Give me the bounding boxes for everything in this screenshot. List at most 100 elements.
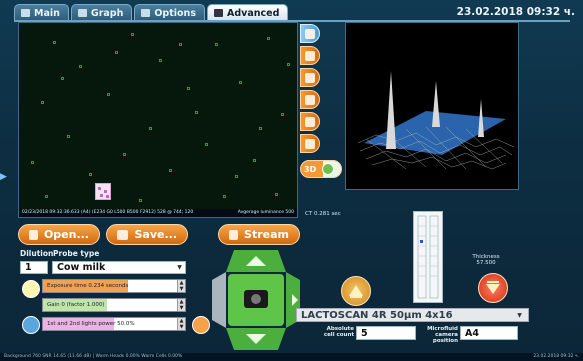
tab-advanced[interactable]: Advanced [206,4,289,21]
absolute-cell-count-label: Absolute cell count [323,326,354,338]
gain-text: Gain 0 (factor 1.000) [47,302,105,308]
video-icon [229,229,239,240]
particle-marker [149,127,152,130]
chevron-right-icon[interactable]: ▶ [0,172,7,182]
particle-marker [239,81,242,84]
footer-left: Background 760 SNR 14.65 (11.66 dB) | Wa… [4,354,183,359]
save-label: Save... [134,228,177,241]
particle-marker [61,77,64,80]
particle-marker [131,33,134,36]
zoom-icon [305,50,315,61]
chevron-down-icon: ▼ [177,264,182,271]
surface-plot [357,71,515,170]
focus-up-button[interactable] [341,276,371,306]
tab-bar: Main Graph Options Advanced [14,4,289,21]
pen-button[interactable] [300,112,320,131]
exposure-text: Exposure time 0.234 seconds [47,283,129,289]
particle-marker [259,127,262,130]
lights-text: 1st and 2nd lights power 50.0% [47,321,135,327]
fit-view-icon [305,28,315,39]
particle-marker [53,41,56,44]
camera-stats-left: 02/23/2018 09:32:36.633 (A4) (E234 G0 L5… [22,210,194,215]
particle-marker [275,193,278,196]
particle-marker [281,113,284,116]
particle-marker [123,153,126,156]
stream-label: Stream [244,228,289,241]
lights-settings-icon[interactable] [192,316,210,334]
toggle-3d-label: 3D [304,164,317,174]
toggle-3d[interactable]: 3D [300,160,342,178]
contrast-icon [305,94,315,105]
particle-marker [139,199,142,202]
particle-marker [169,169,172,172]
particle-marker [107,93,110,96]
stream-button[interactable]: Stream [218,224,300,245]
particle-marker [89,173,92,176]
particle-marker [179,43,182,46]
dilution-value: 1 [25,262,32,273]
device-value: LACTOSCAN 4R 50µm 4x16 [301,309,453,321]
camera-stats-right: Avgerage luminance 500 [237,210,294,215]
exposure-spinner[interactable]: ▲ ▼ [177,280,185,292]
probe-type-value: Cow milk [57,262,106,273]
particle-marker [115,51,118,54]
grid-icon [305,72,315,83]
light-bulb-icon[interactable] [22,280,40,298]
open-button[interactable]: Open... [18,224,100,245]
fit-view-button[interactable] [300,24,320,43]
options-icon [141,9,151,17]
lights-power-slider[interactable]: 1st and 2nd lights power 50.0% ▲ ▼ [42,317,186,331]
microfluid-position-field[interactable]: A4 [460,326,518,340]
contrast-button[interactable] [300,90,320,109]
cell-overlay-button[interactable] [300,134,320,153]
chamber-diagram[interactable] [413,211,443,303]
sample-image-view[interactable]: 02/23/2018 09:32:36.633 (A4) (E234 G0 L5… [18,22,298,218]
particle-marker [187,87,190,90]
thickness-value: 57.500 [476,260,496,266]
particle-marker [67,135,70,138]
tab-main[interactable]: Main [14,4,69,21]
tab-advanced-label: Advanced [226,7,280,19]
gain-slider[interactable]: Gain 0 (factor 1.000) ▲ ▼ [42,298,186,312]
tab-graph[interactable]: Graph [70,4,133,21]
particle-marker [215,43,218,46]
thickness-display: Thickness 57.500 [466,254,506,266]
exposure-slider[interactable]: Exposure time 0.234 seconds ▲ ▼ [42,279,186,293]
save-button[interactable]: Save... [106,224,188,245]
particle-marker [195,111,198,114]
dilution-label: Dilution [20,249,54,258]
probe-type-select[interactable]: Cow milk ▼ [52,261,186,274]
move-left-button[interactable] [212,272,226,328]
tab-graph-label: Graph [90,7,124,19]
ct-label: CT 0.281 sec [305,211,341,217]
probe-type-label: Probe type [53,249,100,258]
view-toolbar [300,24,320,156]
gain-spinner[interactable]: ▲ ▼ [177,299,185,311]
folder-icon [29,229,38,240]
absolute-cell-count-value: 5 [361,327,368,339]
advanced-icon [213,9,223,17]
tab-options[interactable]: Options [134,4,205,21]
microfluid-position-value: A4 [465,327,479,339]
dilution-input[interactable]: 1 [20,261,48,274]
surface-3d-view[interactable] [345,22,519,190]
grid-button[interactable] [300,68,320,87]
particle-marker [235,175,238,178]
lights-spinner[interactable]: ▲ ▼ [177,318,185,330]
device-select[interactable]: LACTOSCAN 4R 50µm 4x16 ▼ [296,308,529,322]
camera-stats-bar: 02/23/2018 09:32:36.633 (A4) (E234 G0 L5… [19,209,297,217]
particle-marker [159,59,162,62]
tab-options-label: Options [154,7,196,19]
chamber-grid [417,215,439,299]
stage-dpad [212,250,300,350]
zoom-region-marker[interactable] [95,183,111,200]
focus-down-button[interactable] [478,273,508,303]
triangle-up-icon [349,285,363,298]
status-footer: Background 760 SNR 14.65 (11.66 dB) | Wa… [0,353,583,361]
absolute-cell-count-field[interactable]: 5 [356,326,416,340]
zoom-button[interactable] [300,46,320,65]
cell-icon [305,138,315,149]
datetime-display: 23.02.2018 09:32 ч. [456,6,575,18]
lights-toggle-icon[interactable] [22,316,40,334]
pen-icon [305,116,315,127]
